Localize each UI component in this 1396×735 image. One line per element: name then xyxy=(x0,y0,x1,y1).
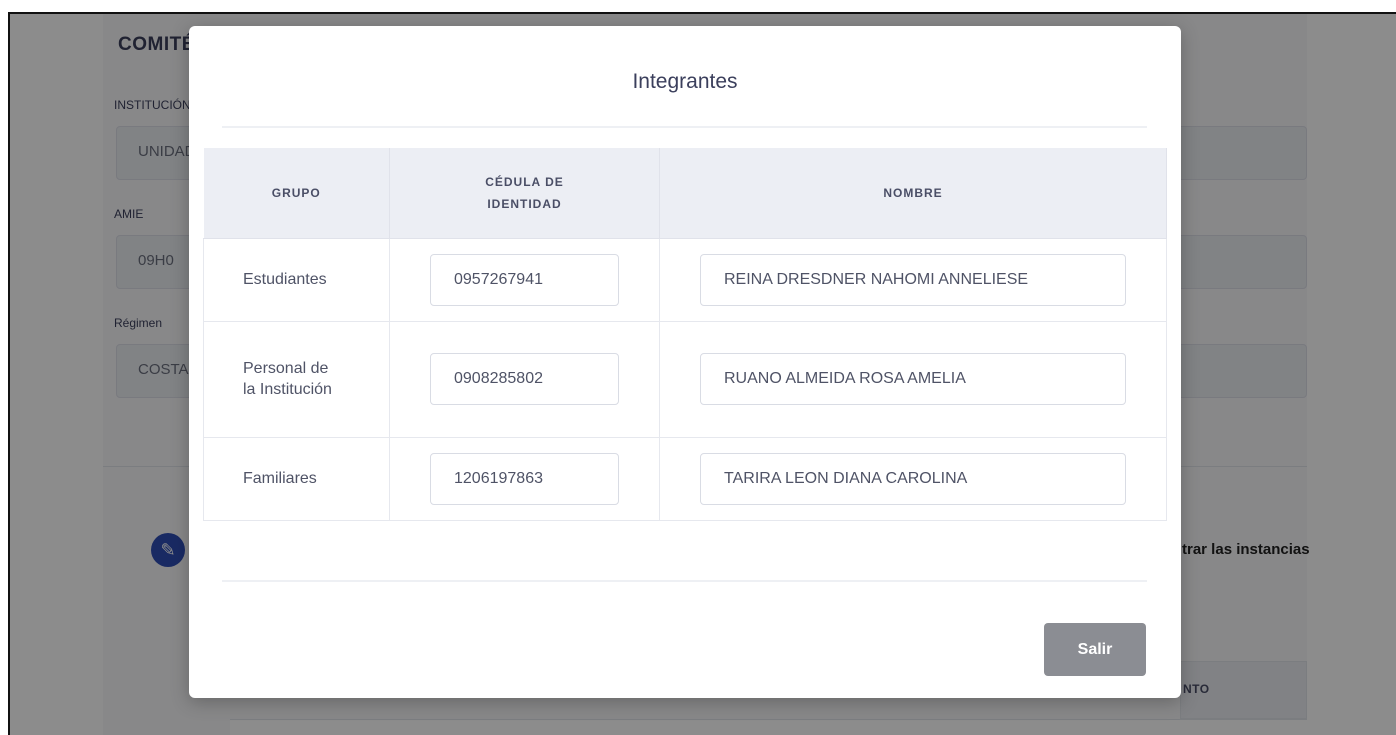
members-table: GRUPO CÉDULA DE IDENTIDAD NOMBRE Estudia… xyxy=(203,148,1167,521)
footer-divider xyxy=(222,580,1147,582)
table-row: Personal de la Institución 0908285802 RU… xyxy=(203,321,1167,438)
nombre-field[interactable]: REINA DRESDNER NAHOMI ANNELIESE xyxy=(700,253,1126,306)
integrantes-modal: Integrantes GRUPO CÉDULA DE IDENTIDAD NO… xyxy=(189,26,1181,698)
column-header-nombre: NOMBRE xyxy=(659,148,1167,239)
cedula-field[interactable]: 0957267941 xyxy=(430,253,619,306)
table-row: Familiares 1206197863 TARIRA LEON DIANA … xyxy=(203,437,1167,521)
table-header-row: GRUPO CÉDULA DE IDENTIDAD NOMBRE xyxy=(203,148,1167,239)
grupo-cell: Estudiantes xyxy=(203,238,390,322)
column-header-cedula: CÉDULA DE IDENTIDAD xyxy=(389,148,660,239)
table-row: Estudiantes 0957267941 REINA DRESDNER NA… xyxy=(203,238,1167,322)
cedula-field[interactable]: 1206197863 xyxy=(430,452,619,505)
title-divider xyxy=(222,126,1147,128)
modal-title: Integrantes xyxy=(632,70,738,93)
exit-button[interactable]: Salir xyxy=(1044,623,1146,676)
column-header-grupo: GRUPO xyxy=(203,148,390,239)
nombre-field[interactable]: RUANO ALMEIDA ROSA AMELIA xyxy=(700,353,1126,405)
grupo-cell: Personal de la Institución xyxy=(203,321,390,438)
nombre-field[interactable]: TARIRA LEON DIANA CAROLINA xyxy=(700,452,1126,505)
cedula-field[interactable]: 0908285802 xyxy=(430,353,619,405)
grupo-cell: Familiares xyxy=(203,437,390,521)
